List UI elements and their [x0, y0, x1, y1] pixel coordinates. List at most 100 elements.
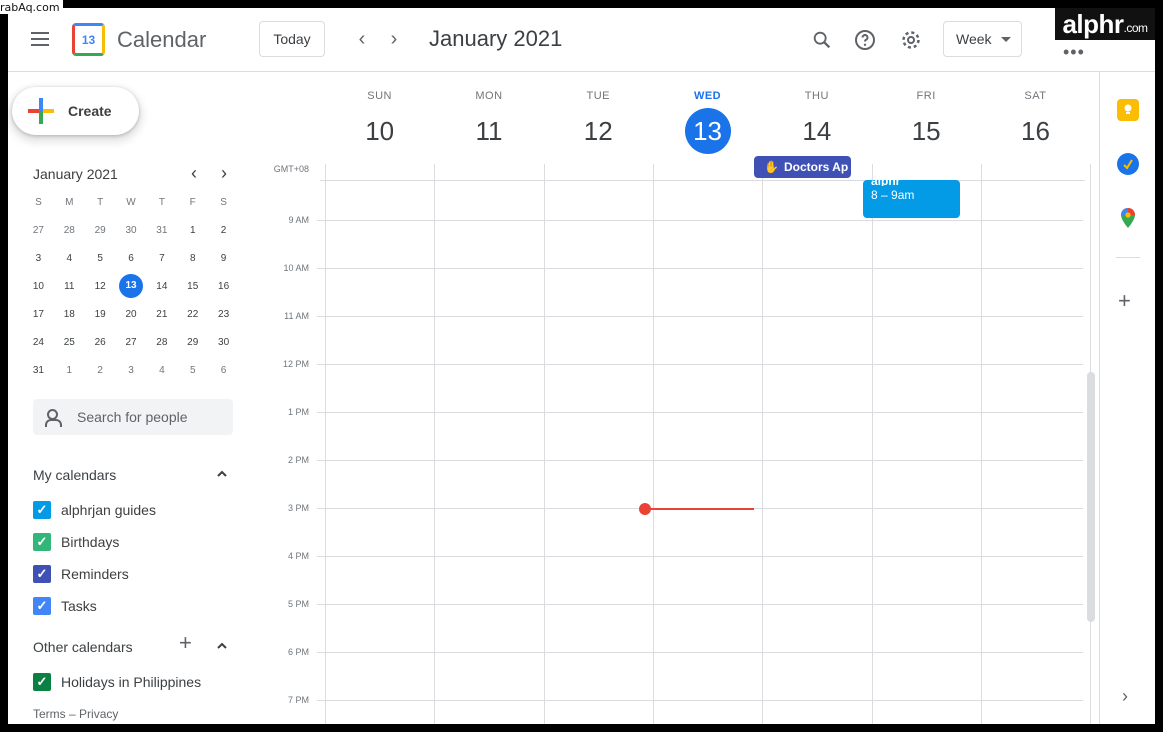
side-panel: + ›	[1099, 72, 1155, 724]
mini-day[interactable]: 22	[177, 309, 208, 320]
calendar-checkbox[interactable]: ✓	[33, 501, 51, 519]
calendar-checkbox[interactable]: ✓	[33, 673, 51, 691]
mini-day[interactable]: 6	[116, 253, 147, 264]
day-header-sat[interactable]: SAT 16	[981, 72, 1090, 154]
collapse-my-calendars-icon[interactable]	[216, 468, 228, 483]
mini-day[interactable]: 31	[146, 225, 177, 236]
help-icon[interactable]	[851, 26, 879, 54]
maps-icon[interactable]	[1117, 207, 1139, 229]
mini-day-number: 24	[32, 336, 44, 348]
mini-day[interactable]: 1	[177, 225, 208, 236]
mini-day[interactable]: 27	[116, 337, 147, 348]
mini-day[interactable]: 3	[23, 253, 54, 264]
search-people-input[interactable]: Search for people	[33, 399, 233, 435]
mini-day[interactable]: 29	[177, 337, 208, 348]
mini-day[interactable]: 20	[116, 309, 147, 320]
calendar-list-item[interactable]: ✓ Birthdays	[33, 530, 119, 554]
tasks-icon[interactable]	[1117, 153, 1139, 175]
mini-day[interactable]: 27	[23, 225, 54, 236]
more-options-icon[interactable]: •••	[1063, 42, 1085, 63]
mini-day[interactable]: 15	[177, 281, 208, 292]
calendar-checkbox[interactable]: ✓	[33, 597, 51, 615]
mini-day[interactable]: 16	[208, 281, 239, 292]
day-number[interactable]: 15	[872, 108, 981, 154]
settings-gear-icon[interactable]	[897, 26, 925, 54]
mini-day[interactable]: 30	[116, 225, 147, 236]
create-button[interactable]: Create	[12, 87, 139, 135]
previous-week-icon[interactable]: ‹	[350, 27, 374, 51]
mini-day[interactable]: 5	[85, 253, 116, 264]
next-week-icon[interactable]: ›	[382, 27, 406, 51]
today-button[interactable]: Today	[259, 21, 325, 57]
view-selector-dropdown[interactable]: Week	[943, 21, 1022, 57]
mini-day[interactable]: 2	[208, 225, 239, 236]
day-number[interactable]: 12	[544, 108, 653, 154]
mini-day[interactable]: 26	[85, 337, 116, 348]
day-number[interactable]: 13	[653, 108, 762, 154]
vertical-scrollbar[interactable]	[1087, 372, 1095, 622]
mini-day[interactable]: 24	[23, 337, 54, 348]
day-header-thu[interactable]: THU 14	[762, 72, 871, 154]
mini-day[interactable]: 28	[146, 337, 177, 348]
mini-day[interactable]: 19	[85, 309, 116, 320]
calendar-list-item[interactable]: ✓ Reminders	[33, 562, 129, 586]
keep-icon[interactable]	[1117, 99, 1139, 121]
day-header-mon[interactable]: MON 11	[434, 72, 543, 154]
day-header-wed[interactable]: WED 13	[653, 72, 762, 154]
mini-day-number: 22	[187, 308, 199, 320]
calendar-list-item[interactable]: ✓ Tasks	[33, 594, 97, 618]
view-selector-label: Week	[956, 31, 992, 47]
day-header-sun[interactable]: SUN 10	[325, 72, 434, 154]
mini-day[interactable]: 18	[54, 309, 85, 320]
mini-day[interactable]: 4	[54, 253, 85, 264]
terms-link[interactable]: Terms	[33, 707, 66, 721]
mini-day[interactable]: 2	[85, 365, 116, 376]
mini-day[interactable]: 23	[208, 309, 239, 320]
add-other-calendar-icon[interactable]: +	[179, 632, 192, 654]
mini-day[interactable]: 29	[85, 225, 116, 236]
calendar-list-item[interactable]: ✓ Holidays in Philippines	[33, 670, 201, 694]
mini-day-today[interactable]: 13	[116, 274, 147, 298]
day-name: FRI	[916, 90, 936, 102]
time-grid[interactable]: 9 AM 10 AM 11 AM 12 PM 1 PM 2 PM 3 PM 4 PM 5 PM 6…	[264, 164, 1099, 724]
mini-day[interactable]: 7	[146, 253, 177, 264]
mini-day[interactable]: 11	[54, 281, 85, 292]
mini-day[interactable]: 21	[146, 309, 177, 320]
collapse-other-calendars-icon[interactable]	[216, 640, 228, 655]
mini-day[interactable]: 6	[208, 365, 239, 376]
day-number[interactable]: 14	[762, 108, 871, 154]
mini-day[interactable]: 28	[54, 225, 85, 236]
calendar-checkbox[interactable]: ✓	[33, 565, 51, 583]
main-menu-icon[interactable]	[28, 28, 52, 52]
mini-day[interactable]: 5	[177, 365, 208, 376]
show-side-panel-icon[interactable]: ›	[1122, 686, 1128, 707]
mini-prev-month-icon[interactable]: ‹	[184, 163, 204, 184]
mini-week-row: 17 18 19 20 21 22 23	[23, 300, 239, 328]
calendar-list-item[interactable]: ✓ alphrjan guides	[33, 498, 156, 522]
privacy-link[interactable]: Privacy	[79, 707, 118, 721]
mini-day[interactable]: 14	[146, 281, 177, 292]
day-number[interactable]: 16	[981, 108, 1090, 154]
mini-day[interactable]: 1	[54, 365, 85, 376]
timed-event-block[interactable]: alphr 8 – 9am	[863, 180, 960, 218]
mini-day[interactable]: 30	[208, 337, 239, 348]
mini-day[interactable]: 3	[116, 365, 147, 376]
mini-day[interactable]: 25	[54, 337, 85, 348]
mini-day[interactable]: 9	[208, 253, 239, 264]
all-day-event-chip[interactable]: ✋ Doctors Ap	[754, 156, 851, 178]
my-calendars-toggle[interactable]: My calendars	[33, 467, 116, 483]
mini-day[interactable]: 17	[23, 309, 54, 320]
day-number[interactable]: 11	[434, 108, 543, 154]
mini-day[interactable]: 12	[85, 281, 116, 292]
day-header-fri[interactable]: FRI 15	[872, 72, 981, 154]
get-add-ons-icon[interactable]: +	[1118, 290, 1131, 312]
day-number[interactable]: 10	[325, 108, 434, 154]
mini-day[interactable]: 31	[23, 365, 54, 376]
mini-day[interactable]: 4	[146, 365, 177, 376]
calendar-checkbox[interactable]: ✓	[33, 533, 51, 551]
mini-day[interactable]: 10	[23, 281, 54, 292]
search-icon[interactable]	[808, 26, 836, 54]
mini-next-month-icon[interactable]: ›	[214, 163, 234, 184]
mini-day[interactable]: 8	[177, 253, 208, 264]
day-header-tue[interactable]: TUE 12	[544, 72, 653, 154]
